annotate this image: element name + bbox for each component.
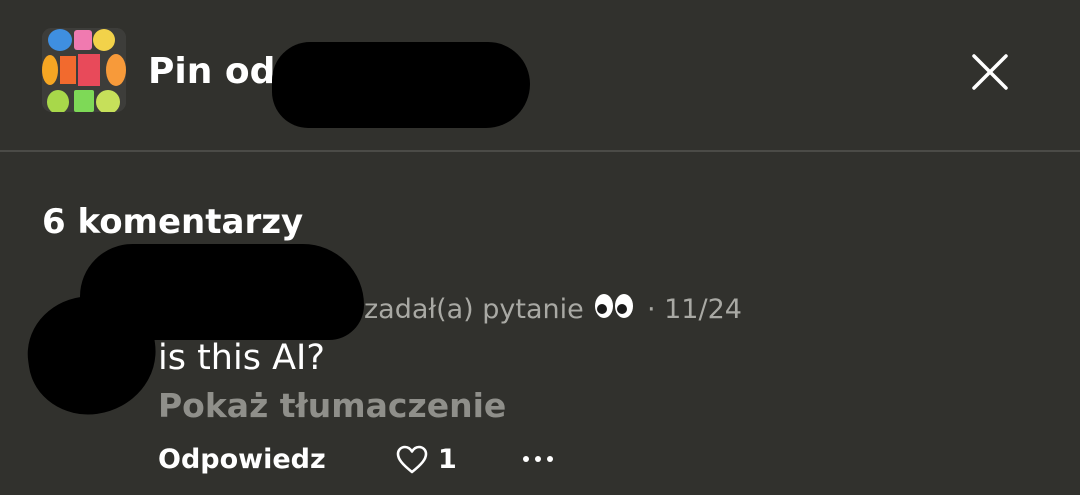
meta-separator: · bbox=[646, 294, 656, 325]
redacted-commenter-name bbox=[80, 244, 364, 340]
pin-comments-screen: Pin od 6 komentarzy zadał(a) pytanie · 1… bbox=[0, 0, 1080, 495]
ellipsis-icon bbox=[523, 456, 553, 462]
pin-thumbnail[interactable] bbox=[42, 28, 126, 112]
close-button[interactable] bbox=[962, 44, 1018, 100]
reply-button[interactable]: Odpowiedz bbox=[158, 442, 326, 478]
show-translation-button[interactable]: Pokaż tłumaczenie bbox=[158, 384, 506, 428]
comments-count: 6 komentarzy bbox=[42, 202, 304, 242]
close-icon bbox=[972, 54, 1008, 90]
redacted-user-name bbox=[272, 42, 530, 128]
comment-date: 11/24 bbox=[664, 294, 742, 325]
header-divider bbox=[0, 150, 1080, 152]
header-title: Pin od bbox=[148, 51, 276, 92]
more-options-button[interactable] bbox=[518, 444, 558, 474]
comment-meta: zadał(a) pytanie · 11/24 bbox=[364, 292, 742, 329]
like-count: 1 bbox=[438, 444, 457, 475]
eyes-emoji-icon bbox=[594, 293, 634, 329]
pin-thumbnail-image bbox=[42, 28, 126, 112]
comment-text: is this AI? bbox=[158, 338, 325, 378]
like-button[interactable]: 1 bbox=[396, 442, 457, 478]
heart-icon bbox=[396, 445, 428, 474]
header: Pin od bbox=[0, 0, 1080, 151]
comment-action: zadał(a) pytanie bbox=[364, 294, 584, 325]
